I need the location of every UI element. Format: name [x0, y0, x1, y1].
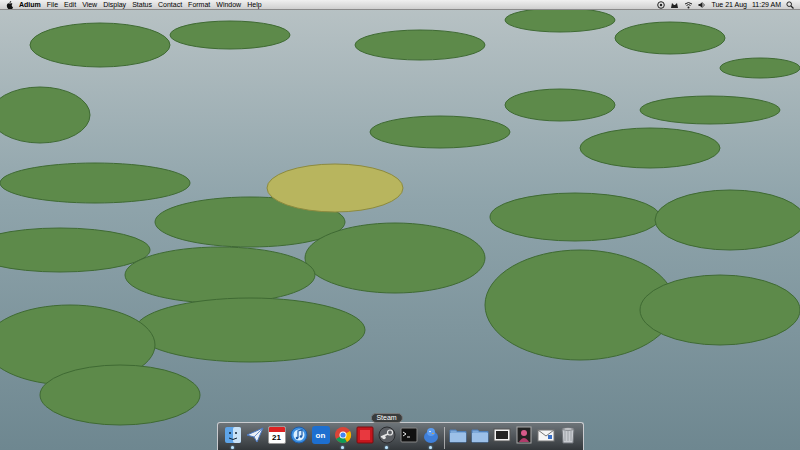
menu-item[interactable]: File [47, 0, 58, 9]
running-dot [341, 446, 344, 449]
dock-stack[interactable] [559, 426, 577, 450]
menu-bar: Adium File Edit View Display Status Contact For… [0, 0, 800, 10]
mail-icon[interactable] [246, 426, 264, 444]
dock-stack[interactable] [449, 426, 467, 450]
folder-icon[interactable] [449, 426, 467, 444]
running-dot [363, 446, 366, 449]
dock-item[interactable] [224, 426, 242, 450]
volume-icon[interactable] [698, 1, 706, 9]
running-dot [297, 446, 300, 449]
folder-icon[interactable] [471, 426, 489, 444]
menu-item[interactable]: Contact [158, 0, 182, 9]
steam-icon[interactable] [378, 426, 396, 444]
dock-stack[interactable] [515, 426, 533, 450]
dock-separator [444, 427, 445, 449]
dock-item[interactable] [246, 426, 264, 450]
sync-icon[interactable] [657, 1, 665, 9]
running-dot [407, 446, 410, 449]
dock-item[interactable] [356, 426, 374, 450]
menu-item[interactable]: Status [132, 0, 152, 9]
menu-item[interactable]: Display [103, 0, 126, 9]
dock: 21 on Steam [217, 424, 584, 450]
calendar-icon[interactable]: 21 [268, 426, 286, 444]
dock-stack[interactable] [493, 426, 511, 450]
spotlight-icon[interactable] [786, 1, 794, 9]
dock-stack[interactable] [471, 426, 489, 450]
running-dot [275, 446, 278, 449]
finder-icon[interactable] [224, 426, 242, 444]
letter-icon[interactable] [537, 426, 555, 444]
running-dot [385, 446, 388, 449]
chrome-icon[interactable] [334, 426, 352, 444]
dock-stack[interactable] [537, 426, 555, 450]
preview-icon[interactable] [493, 426, 511, 444]
dock-item[interactable] [290, 426, 308, 450]
adium-icon[interactable] [422, 426, 440, 444]
dock-item[interactable] [422, 426, 440, 450]
clock-date[interactable]: Tue 21 Aug [711, 0, 747, 9]
onlive-icon[interactable]: on [312, 426, 330, 444]
dock-item[interactable] [334, 426, 352, 450]
menu-item[interactable]: Edit [64, 0, 76, 9]
menu-item[interactable]: Help [247, 0, 261, 9]
dock-item[interactable]: Steam [378, 426, 396, 450]
dock-item[interactable]: on [312, 426, 330, 450]
wifi-icon[interactable] [684, 1, 693, 9]
adium-status-icon[interactable] [670, 1, 679, 9]
dock-item[interactable] [400, 426, 418, 450]
dock-tooltip: Steam [370, 413, 402, 423]
app-menu[interactable]: Adium [19, 0, 41, 9]
running-dot [253, 446, 256, 449]
dock-item[interactable]: 21 [268, 426, 286, 450]
itunes-icon[interactable] [290, 426, 308, 444]
trash-icon[interactable] [559, 426, 577, 444]
menu-item[interactable]: View [82, 0, 97, 9]
running-dot [231, 446, 234, 449]
apple-icon[interactable] [6, 1, 13, 9]
terminal-icon[interactable] [400, 426, 418, 444]
wallpaper [0, 0, 800, 450]
running-dot [429, 446, 432, 449]
menu-item[interactable]: Window [216, 0, 241, 9]
photo-icon[interactable] [515, 426, 533, 444]
menu-item[interactable]: Format [188, 0, 210, 9]
red-icon[interactable] [356, 426, 374, 444]
running-dot [319, 446, 322, 449]
clock-time[interactable]: 11:29 AM [752, 0, 781, 9]
